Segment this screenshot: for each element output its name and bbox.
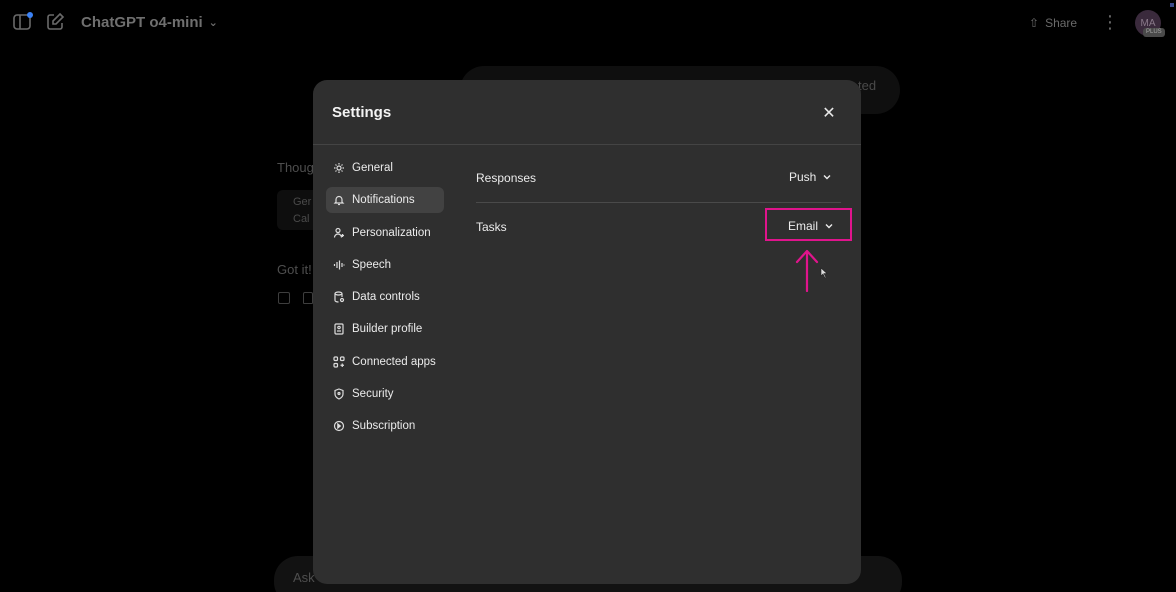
thumbs-up-icon — [303, 292, 313, 304]
nav-label: Builder profile — [352, 323, 423, 336]
nav-label: Personalization — [352, 226, 431, 239]
nav-item-speech[interactable]: Speech — [326, 252, 444, 278]
settings-dialog: Settings ✕ General Notifications Persona… — [313, 80, 861, 584]
waveform-icon — [333, 259, 345, 271]
nav-item-subscription[interactable]: Subscription — [326, 413, 444, 439]
tasks-label: Tasks — [476, 220, 507, 234]
shield-icon — [333, 388, 345, 400]
nav-item-personalization[interactable]: Personalization — [326, 220, 444, 246]
nav-label: Connected apps — [352, 355, 436, 368]
nav-item-builder-profile[interactable]: Builder profile — [326, 316, 444, 342]
header-divider — [313, 144, 861, 145]
share-button[interactable]: ⇧ Share — [1023, 11, 1083, 35]
nav-item-connected-apps[interactable]: Connected apps — [326, 349, 444, 375]
bell-icon — [333, 194, 345, 206]
model-title: ChatGPT o4-mini — [81, 14, 203, 31]
nav-label: Speech — [352, 258, 392, 271]
avatar-initials: MA — [1140, 17, 1156, 29]
nav-label: Subscription — [352, 420, 416, 433]
responses-dropdown[interactable]: Push — [789, 163, 832, 191]
more-options-icon[interactable]: ⋮ — [1101, 12, 1119, 34]
notification-dot — [27, 12, 33, 18]
nav-item-notifications[interactable]: Notifications — [326, 187, 444, 214]
nav-item-general[interactable]: General — [326, 155, 444, 181]
assistant-reply-text: Got it! — [277, 262, 312, 277]
nav-label: Data controls — [352, 291, 420, 304]
card-line-1: Ger — [293, 196, 312, 208]
share-icon: ⇧ — [1029, 16, 1040, 30]
id-card-icon — [333, 323, 345, 336]
responses-setting-row: Responses — [476, 168, 841, 188]
plan-badge: PLUS — [1143, 28, 1165, 37]
corner-indicator — [1170, 3, 1174, 7]
mouse-cursor-icon — [820, 267, 828, 279]
top-bar: ChatGPT o4-mini ⌄ ⇧ Share ⋮ MA PLUS — [0, 0, 1176, 46]
highlight-box — [765, 208, 852, 241]
settings-title: Settings — [332, 104, 392, 121]
thought-label: Thoug — [277, 160, 314, 175]
person-icon — [333, 227, 345, 239]
database-icon — [333, 291, 345, 303]
apps-grid-icon — [333, 356, 345, 368]
gear-icon — [333, 162, 345, 174]
composer-placeholder: Ask — [293, 570, 315, 585]
chevron-down-icon: ⌄ — [208, 17, 218, 29]
card-line-2: Cal — [293, 213, 310, 225]
chevron-down-icon — [823, 175, 831, 180]
subscription-icon — [333, 420, 345, 432]
new-chat-icon[interactable] — [45, 12, 67, 34]
settings-row-divider — [476, 202, 841, 203]
nav-item-data-controls[interactable]: Data controls — [326, 284, 444, 310]
responses-label: Responses — [476, 171, 537, 185]
annotation-arrow-icon — [795, 249, 819, 292]
model-selector[interactable]: ChatGPT o4-mini ⌄ — [81, 14, 218, 31]
share-label: Share — [1045, 16, 1078, 30]
nav-label: Notifications — [352, 194, 415, 207]
settings-nav: General Notifications Personalization Sp… — [326, 155, 444, 446]
copy-icon — [278, 292, 290, 304]
nav-item-security[interactable]: Security — [326, 381, 444, 407]
nav-label: General — [352, 162, 393, 174]
responses-value: Push — [789, 170, 817, 184]
close-icon[interactable]: ✕ — [818, 102, 840, 124]
nav-label: Security — [352, 388, 394, 401]
